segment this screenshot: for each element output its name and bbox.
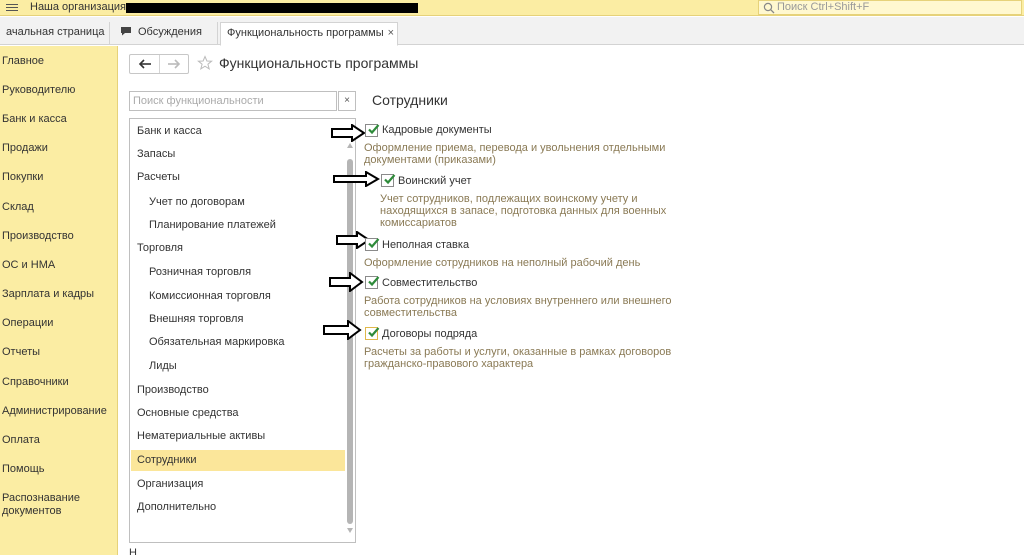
arrow-left-icon	[138, 59, 151, 69]
checkmark-icon	[368, 238, 380, 249]
scroll-down-icon[interactable]	[347, 528, 353, 533]
option-description: Расчеты за работы и услуги, оказанные в …	[364, 346, 672, 370]
sidebar-item-warehouse[interactable]: Склад	[2, 201, 34, 214]
option-label[interactable]: Кадровые документы	[382, 124, 492, 136]
option-description: Оформление приема, перевода и увольнения…	[364, 142, 666, 166]
option-label[interactable]: Договоры подряда	[382, 328, 477, 340]
sidebar-item-manager[interactable]: Руководителю	[2, 84, 75, 97]
tab-label: Обсуждения	[138, 26, 202, 38]
sidebar-item-directories[interactable]: Справочники	[2, 376, 69, 389]
option-label[interactable]: Неполная ставка	[382, 239, 469, 251]
menu-icon[interactable]	[6, 2, 18, 14]
sidebar-item-administration[interactable]: Администрирование	[2, 405, 107, 418]
global-search-input[interactable]: Поиск Ctrl+Shift+F	[758, 0, 1022, 15]
section-item-contracts[interactable]: Учет по договорам	[149, 196, 245, 209]
section-item-retail[interactable]: Розничная торговля	[149, 266, 251, 279]
option-label[interactable]: Совместительство	[382, 277, 477, 289]
sidebar-item-bank[interactable]: Банк и касса	[2, 113, 67, 126]
section-item-stock[interactable]: Запасы	[137, 148, 175, 161]
section-item-foreign-trade[interactable]: Внешняя торговля	[149, 313, 243, 326]
arrow-pointer-icon	[331, 124, 366, 142]
sidebar-item-salary[interactable]: Зарплата и кадры	[2, 288, 94, 301]
checkmark-icon	[368, 124, 380, 135]
sidebar-item-operations[interactable]: Операции	[2, 317, 53, 330]
section-item-settlements[interactable]: Расчеты	[137, 171, 180, 184]
function-search-input[interactable]: Поиск функциональности	[129, 91, 337, 111]
tab-home-page[interactable]: ачальная страница	[0, 22, 110, 45]
organization-title: Наша организация	[30, 1, 126, 13]
top-bar: Наша организация Поиск Ctrl+Shift+F	[0, 0, 1024, 16]
section-item-marking[interactable]: Обязательная маркировка	[149, 336, 285, 349]
option-description: Оформление сотрудников на неполный рабоч…	[364, 257, 641, 269]
arrow-pointer-icon	[333, 171, 380, 187]
sidebar-item-reports[interactable]: Отчеты	[2, 346, 40, 359]
section-item-fixed-assets[interactable]: Основные средства	[137, 407, 239, 420]
checkbox-combination[interactable]	[365, 276, 380, 289]
clear-search-button[interactable]: ×	[338, 91, 356, 111]
section-item-leads[interactable]: Лиды	[149, 360, 177, 373]
forward-button[interactable]	[160, 55, 189, 73]
section-item-intangible[interactable]: Нематериальные активы	[137, 430, 265, 443]
sidebar: Главное Руководителю Банк и касса Продаж…	[0, 46, 118, 555]
section-item-payment-planning[interactable]: Планирование платежей	[149, 219, 276, 232]
tab-label: ачальная страница	[6, 26, 105, 38]
option-description: Учет сотрудников, подлежащих воинскому у…	[380, 193, 667, 229]
checkbox-military-registration[interactable]	[381, 174, 396, 187]
option-description: Работа сотрудников на условиях внутренне…	[364, 295, 672, 319]
scroll-thumb[interactable]	[347, 159, 353, 524]
checkbox-part-time[interactable]	[365, 238, 380, 251]
tab-program-functionality[interactable]: Функциональность программы ×	[220, 22, 398, 46]
option-label[interactable]: Воинский учет	[398, 175, 471, 187]
tab-discussions[interactable]: Обсуждения	[112, 22, 218, 45]
arrow-pointer-icon	[323, 320, 362, 340]
chat-icon	[121, 27, 131, 36]
close-icon[interactable]: ×	[388, 27, 394, 39]
sidebar-item-purchases[interactable]: Покупки	[2, 171, 43, 184]
function-search-placeholder: Поиск функциональности	[133, 95, 264, 107]
section-item-commission[interactable]: Комиссионная торговля	[149, 290, 271, 303]
section-item-employees[interactable]: Сотрудники	[137, 454, 197, 467]
navigation-buttons	[129, 54, 189, 74]
global-search-placeholder: Поиск Ctrl+Shift+F	[777, 1, 870, 13]
arrow-pointer-icon	[329, 272, 364, 292]
sidebar-item-assets[interactable]: ОС и НМА	[2, 259, 55, 272]
checkmark-icon	[384, 174, 396, 185]
sidebar-item-sales[interactable]: Продажи	[2, 142, 48, 155]
section-item-organization[interactable]: Организация	[137, 478, 203, 491]
sidebar-item-help[interactable]: Помощь	[2, 463, 45, 476]
footer-text: Н	[129, 547, 137, 555]
page-title: Функциональность программы	[219, 55, 419, 71]
checkmark-icon	[368, 276, 380, 287]
tab-label: Функциональность программы	[227, 27, 384, 39]
sidebar-item-main[interactable]: Главное	[2, 55, 44, 68]
section-title: Сотрудники	[372, 92, 448, 108]
section-item-additional[interactable]: Дополнительно	[137, 501, 216, 514]
section-item-bank[interactable]: Банк и касса	[137, 125, 202, 138]
sidebar-item-payment[interactable]: Оплата	[2, 434, 40, 447]
checkbox-contractor-agreements[interactable]	[365, 327, 380, 340]
checkbox-hr-documents[interactable]	[365, 124, 380, 137]
section-item-trade[interactable]: Торговля	[137, 242, 183, 255]
search-icon	[763, 2, 775, 14]
arrow-right-icon	[168, 59, 181, 69]
checkmark-icon	[368, 327, 380, 338]
sidebar-item-production[interactable]: Производство	[2, 230, 74, 243]
redaction-bar	[126, 3, 418, 13]
sidebar-item-recognition[interactable]: Распознавание документов	[2, 492, 102, 518]
back-button[interactable]	[130, 55, 160, 73]
section-item-production[interactable]: Производство	[137, 384, 209, 397]
tab-bar: ачальная страница Обсуждения Функциональ…	[0, 17, 1024, 46]
star-icon[interactable]	[197, 55, 213, 71]
scroll-up-icon[interactable]	[347, 143, 353, 148]
